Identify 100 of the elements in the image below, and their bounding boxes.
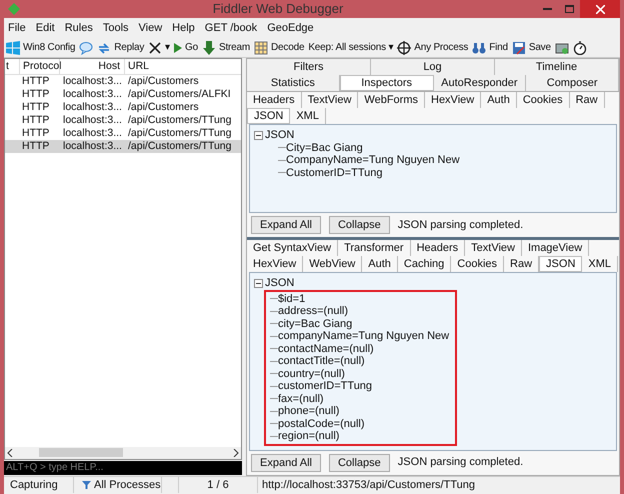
collapse-toggle[interactable] [254, 130, 263, 140]
toolbar-button[interactable]: Any Process [397, 40, 468, 55]
table-cell-text: /api/Customers [127, 100, 200, 115]
scroll-right-icon[interactable] [233, 448, 239, 456]
tab[interactable]: Get SyntaxView [247, 240, 338, 256]
tab[interactable]: Cookies [516, 92, 570, 108]
table-cell-text: HTTP [21, 86, 50, 102]
table-cell-text: localhost:3... [62, 74, 123, 89]
horizontal-scrollbar[interactable] [5, 446, 241, 458]
table-cell-text: /api/Customers/TTung [127, 138, 232, 154]
tree-label: customerID=TTung [278, 380, 372, 392]
timer-icon[interactable] [572, 40, 587, 54]
window-title: Fiddler Web Debugger [212, 0, 344, 18]
tree-label: $id=1 [278, 292, 306, 305]
status-text: JSON parsing completed. [398, 218, 524, 233]
menu-item[interactable]: GET /book [204, 20, 258, 36]
speech-bubble-icon[interactable] [79, 40, 94, 54]
table-cell-text: localhost:3... [62, 138, 123, 154]
menu-item[interactable]: GeoEdge [267, 20, 314, 36]
tab[interactable]: Timeline [495, 59, 619, 75]
tree-label: contactTitle=(null) [278, 355, 365, 368]
status-text: JSON parsing completed. [398, 455, 524, 470]
table-cell-text: localhost:3... [62, 86, 123, 102]
session-row[interactable]: HTTP localhost:3... /api/Customers/TTung [5, 140, 241, 153]
scroll-left-icon[interactable] [7, 448, 13, 456]
toolbar-button[interactable]: Replay [97, 40, 144, 55]
toolbar-button[interactable]: Save [512, 40, 551, 55]
tree-label: JSON [265, 277, 294, 290]
table-cell-text: /api/Customers [127, 74, 200, 89]
close-button[interactable] [580, 0, 620, 18]
close-icon [596, 4, 604, 14]
tab[interactable]: WebForms [358, 92, 425, 108]
button[interactable]: Collapse [328, 216, 390, 234]
tab[interactable]: Raw [570, 92, 605, 108]
camera-icon[interactable] [554, 40, 569, 54]
binoculars-icon [472, 40, 486, 54]
crosshair-icon [397, 40, 412, 54]
tree-label: contactName=(null) [278, 342, 374, 355]
table-cell-text: /api/Customers/ALFKI [127, 86, 232, 102]
tab[interactable]: HexView [425, 92, 482, 108]
toolbar-button[interactable]: ▾ [148, 40, 170, 55]
column-header: t [5, 58, 10, 74]
menu-item[interactable]: View [138, 20, 162, 36]
filter-icon [82, 481, 91, 489]
tree-label: JSON [265, 129, 294, 142]
down-arrow-icon [202, 40, 216, 54]
tree-label: region=(null) [278, 430, 340, 442]
tree-label: CustomerID=TTung [286, 166, 382, 179]
close-icon [148, 40, 162, 54]
grid-icon [254, 40, 268, 54]
app-logo-icon [8, 3, 20, 15]
toolbar-button[interactable]: Go [174, 40, 198, 55]
toolbar-button[interactable]: Stream [202, 40, 250, 55]
replay-arrows-icon [97, 40, 112, 54]
button[interactable]: Expand All [251, 216, 321, 234]
process-filter[interactable]: All Processes [74, 476, 162, 494]
session-count: 1 / 6 [178, 476, 258, 494]
tree-label: City=Bac Giang [286, 142, 363, 154]
tab[interactable]: TextView [302, 92, 358, 108]
collapse-toggle[interactable] [254, 278, 263, 288]
menu-item[interactable]: Tools [102, 20, 129, 36]
table-cell-text: localhost:3... [62, 112, 123, 128]
toolbar-button[interactable]: Decode [254, 40, 304, 55]
table-cell-text: HTTP [21, 112, 50, 128]
toolbar-button[interactable]: Keep: All sessions ▾ [308, 40, 394, 55]
menu-item[interactable]: Edit [36, 20, 55, 36]
play-icon [174, 42, 182, 52]
tab[interactable]: Headers [410, 240, 466, 256]
toolbar-button[interactable]: Find [472, 40, 508, 55]
tree-label: country=(null) [278, 368, 345, 380]
column-header: Protocol [19, 58, 59, 74]
tab[interactable]: JSON [539, 256, 582, 272]
table-cell-text: HTTP [21, 126, 50, 141]
table-cell-text: HTTP [21, 138, 50, 154]
table-cell-text: HTTP [21, 100, 50, 115]
capturing-indicator[interactable]: Capturing [4, 476, 74, 494]
tree-label: fax=(null) [278, 392, 324, 405]
menu-item[interactable]: Help [172, 20, 195, 36]
table-cell-text: localhost:3... [62, 126, 123, 141]
menu-item[interactable]: File [8, 20, 26, 36]
quickexec-field[interactable]: ALT+Q > type HELP... [4, 460, 242, 474]
menu-item[interactable]: Rules [64, 20, 93, 36]
tree-label: CompanyName=Tung Nguyen New [286, 154, 460, 166]
column-header: Host [59, 58, 124, 74]
table-cell-text: localhost:3... [62, 100, 123, 115]
button[interactable]: Collapse [328, 454, 390, 472]
tab[interactable]: Auth [481, 92, 517, 108]
status-url: http://localhost:33753/api/Customers/TTung [261, 478, 475, 493]
table-cell-text: HTTP [21, 74, 50, 89]
toolbar-button[interactable]: Win8 Config [6, 40, 76, 55]
tree-label: address=(null) [278, 305, 348, 318]
column-header: URL [124, 58, 241, 74]
tab[interactable]: Transformer [338, 240, 411, 256]
tree-label: city=Bac Giang [278, 318, 352, 330]
button[interactable]: Expand All [251, 454, 321, 472]
tree-label: companyName=Tung Nguyen New [278, 330, 450, 342]
tab[interactable]: Inspectors [340, 75, 434, 91]
table-cell-text: /api/Customers/TTung [127, 112, 232, 128]
tab[interactable]: TextView [465, 240, 522, 256]
tab[interactable]: JSON [247, 108, 290, 124]
